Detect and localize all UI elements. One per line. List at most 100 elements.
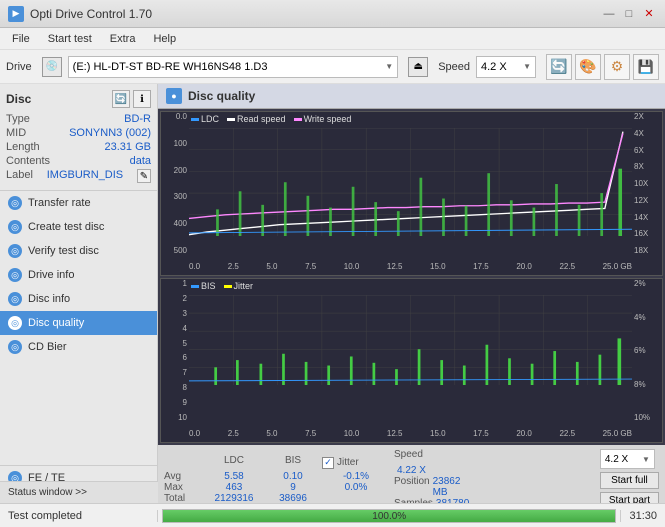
- sidebar-item-disc-quality[interactable]: ◎ Disc quality: [0, 311, 157, 335]
- max-jitter: 0.0%: [322, 482, 390, 493]
- drivebar: Drive 💿 (E:) HL-DT-ST BD-RE WH16NS48 1.D…: [0, 50, 665, 84]
- sidebar-item-drive-info[interactable]: ◎ Drive info: [0, 263, 157, 287]
- drive-info-icon: ◎: [8, 268, 22, 282]
- content-area: ● Disc quality LDC Read speed Write spee…: [158, 84, 665, 514]
- cd-bier-icon: ◎: [8, 340, 22, 354]
- main-area: Disc 🔄 ℹ Type BD-R MID SONYNN3 (002) Len…: [0, 84, 665, 514]
- contents-value: data: [130, 155, 151, 167]
- menu-file[interactable]: File: [4, 31, 38, 47]
- app-icon: ▶: [8, 6, 24, 22]
- save-button[interactable]: 💾: [633, 54, 659, 80]
- speed-value: 4.22 X: [397, 465, 426, 476]
- app-title: Opti Drive Control 1.70: [30, 7, 152, 21]
- total-bis: 38696: [279, 493, 307, 504]
- status-window-bar[interactable]: Status window >>: [0, 481, 158, 503]
- elapsed-time: 31:30: [620, 510, 665, 522]
- ldc-legend: LDC: [201, 114, 219, 124]
- stats-bis-col: BIS 0.10 9 38696: [268, 455, 318, 504]
- transfer-rate-icon: ◎: [8, 196, 22, 210]
- menu-help[interactable]: Help: [145, 31, 184, 47]
- chart2-y-axis-left: 10 9 8 7 6 5 4 3 2 1: [161, 279, 189, 422]
- menu-extra[interactable]: Extra: [102, 31, 144, 47]
- bis-header: BIS: [285, 455, 301, 471]
- stats-labels: Avg Max Total: [164, 455, 200, 504]
- speed-dropdown-right[interactable]: 4.2 X ▼: [600, 449, 655, 469]
- stats-ldc-col: LDC 5.58 463 2129316: [204, 455, 264, 504]
- create-test-icon: ◎: [8, 220, 22, 234]
- sidebar-item-transfer-rate[interactable]: ◎ Transfer rate: [0, 191, 157, 215]
- chart1-legend: LDC Read speed Write speed: [191, 114, 351, 124]
- progress-bar: 100.0%: [162, 509, 616, 523]
- avg-bis: 0.10: [283, 471, 302, 482]
- sidebar-item-disc-info[interactable]: ◎ Disc info: [0, 287, 157, 311]
- disc-quality-header-icon: ●: [166, 88, 182, 104]
- refresh-button[interactable]: 🔄: [546, 54, 572, 80]
- minimize-button[interactable]: —: [601, 6, 617, 22]
- disc-refresh-button[interactable]: 🔄: [112, 90, 130, 108]
- mid-value: SONYNN3 (002): [69, 127, 151, 139]
- sidebar-item-verify-test-disc[interactable]: ◎ Verify test disc: [0, 239, 157, 263]
- verify-test-icon: ◎: [8, 244, 22, 258]
- avg-label: Avg: [164, 471, 200, 482]
- chart1-x-axis: 0.0 2.5 5.0 7.5 10.0 12.5 15.0 17.5 20.0…: [189, 257, 632, 275]
- label-value: IMGBURN_DIS: [47, 169, 123, 183]
- drive-label: Drive: [6, 61, 32, 73]
- chart2-svg: [189, 295, 632, 385]
- contents-key: Contents: [6, 155, 50, 167]
- color-button[interactable]: 🎨: [575, 54, 601, 80]
- start-full-button[interactable]: Start full: [600, 472, 659, 489]
- disc-title: Disc: [6, 92, 31, 106]
- chart2-legend: BIS Jitter: [191, 281, 253, 291]
- position-value: 23862 MB: [433, 476, 474, 498]
- avg-jitter: -0.1%: [322, 471, 390, 482]
- disc-quality-header: ● Disc quality: [158, 84, 665, 109]
- settings-button[interactable]: ⚙: [604, 54, 630, 80]
- length-value: 23.31 GB: [105, 141, 151, 153]
- speed-label: Speed: [438, 61, 470, 73]
- close-button[interactable]: ✕: [641, 6, 657, 22]
- charts-area: LDC Read speed Write speed 500 400 300 2…: [158, 109, 665, 445]
- type-value: BD-R: [124, 113, 151, 125]
- max-bis: 9: [290, 482, 296, 493]
- chart2-y-axis-right: 10% 8% 6% 4% 2%: [632, 279, 662, 422]
- status-window-text: Status window >>: [0, 487, 95, 498]
- jitter-checkbox[interactable]: ✓: [322, 457, 334, 469]
- jitter-checkbox-row[interactable]: ✓ Jitter: [322, 455, 390, 471]
- stats-actions: 4.2 X ▼ Start full Start part: [600, 449, 659, 509]
- progress-percent: 100.0%: [163, 510, 615, 524]
- write-speed-legend: Write speed: [304, 114, 352, 124]
- speed-header: Speed: [394, 449, 474, 465]
- maximize-button[interactable]: □: [621, 6, 637, 22]
- chart2-x-axis: 0.0 2.5 5.0 7.5 10.0 12.5 15.0 17.5 20.0…: [189, 424, 632, 442]
- statusbar: Test completed 100.0% 31:30: [0, 503, 665, 527]
- ldc-header: LDC: [224, 455, 244, 471]
- eject-button[interactable]: ⏏: [408, 57, 428, 77]
- label-edit-button[interactable]: ✎: [137, 169, 151, 183]
- type-key: Type: [6, 113, 30, 125]
- max-label: Max: [164, 482, 200, 493]
- titlebar: ▶ Opti Drive Control 1.70 — □ ✕: [0, 0, 665, 28]
- read-speed-legend: Read speed: [237, 114, 286, 124]
- max-ldc: 463: [226, 482, 243, 493]
- stats-jitter-col: ✓ Jitter -0.1% 0.0%: [322, 455, 390, 504]
- label-key: Label: [6, 169, 33, 183]
- jitter-legend: Jitter: [234, 281, 254, 291]
- status-text: Test completed: [0, 510, 158, 522]
- bis-legend: BIS: [201, 281, 216, 291]
- chart1-svg: [189, 128, 632, 236]
- disc-quality-icon: ◎: [8, 316, 22, 330]
- ldc-chart: LDC Read speed Write speed 500 400 300 2…: [160, 111, 663, 276]
- jitter-label: Jitter: [337, 457, 359, 468]
- sidebar-item-cd-bier[interactable]: ◎ CD Bier: [0, 335, 157, 359]
- disc-info-button[interactable]: ℹ: [133, 90, 151, 108]
- drive-dropdown-arrow: ▼: [385, 62, 393, 71]
- drive-select[interactable]: (E:) HL-DT-ST BD-RE WH16NS48 1.D3 ▼: [68, 56, 399, 78]
- position-label: Position: [394, 476, 430, 498]
- drive-eject-icon: 💿: [42, 57, 62, 77]
- sidebar-menu: ◎ Transfer rate ◎ Create test disc ◎ Ver…: [0, 191, 157, 465]
- length-key: Length: [6, 141, 40, 153]
- sidebar-item-create-test-disc[interactable]: ◎ Create test disc: [0, 215, 157, 239]
- sidebar: Disc 🔄 ℹ Type BD-R MID SONYNN3 (002) Len…: [0, 84, 158, 514]
- speed-select[interactable]: 4.2 X ▼: [476, 56, 536, 78]
- menu-start-test[interactable]: Start test: [40, 31, 100, 47]
